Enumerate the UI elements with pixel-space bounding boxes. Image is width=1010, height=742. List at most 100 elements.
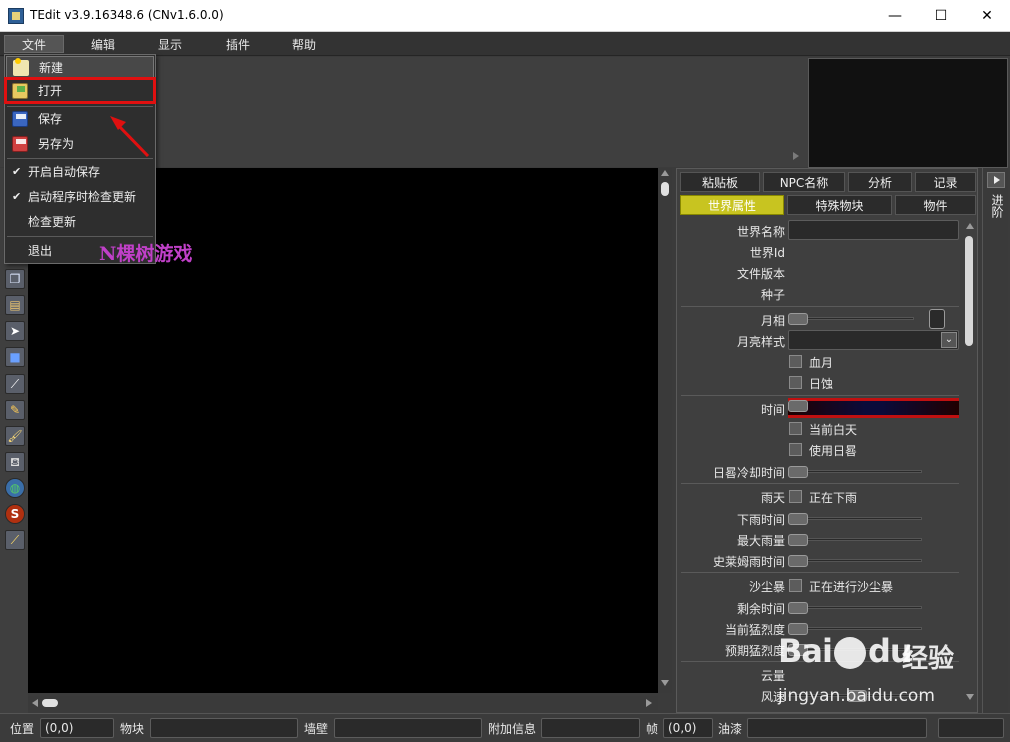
panel-vertical-scrollbar[interactable] bbox=[962, 220, 976, 710]
selection-tool-icon[interactable]: ■ bbox=[5, 347, 25, 367]
menu-help[interactable]: 帮助 bbox=[292, 36, 316, 54]
time-slider-thumb[interactable] bbox=[788, 400, 808, 412]
point-tool-icon[interactable]: ◍ bbox=[5, 478, 25, 498]
menu-item-save[interactable]: 保存 bbox=[6, 108, 154, 130]
chevron-down-icon[interactable]: ⌄ bbox=[941, 332, 957, 348]
minimize-button[interactable]: — bbox=[872, 0, 918, 32]
paw-icon bbox=[833, 637, 866, 669]
maximize-button[interactable]: ☐ bbox=[918, 0, 964, 32]
canvas-vertical-scrollbar[interactable] bbox=[658, 168, 672, 693]
menu-separator bbox=[7, 106, 153, 107]
sundial-cooldown-slider[interactable] bbox=[788, 470, 922, 473]
max-rain-slider-thumb[interactable] bbox=[788, 534, 808, 546]
max-rain-slider[interactable] bbox=[788, 538, 922, 541]
side-tab-label[interactable]: 进阶 bbox=[989, 194, 1004, 218]
sprite-tool-icon[interactable]: S bbox=[5, 504, 25, 524]
menu-item-save-as[interactable]: 另存为 bbox=[6, 133, 154, 155]
baidu-url: jingyan.baidu.com bbox=[778, 686, 935, 706]
sandstorm-active-checkbox[interactable] bbox=[789, 579, 802, 592]
tab-clipboard[interactable]: 粘贴板 bbox=[680, 172, 760, 192]
tab-items[interactable]: 物件 bbox=[895, 195, 976, 215]
tab-world-properties[interactable]: 世界属性 bbox=[680, 195, 784, 215]
wall-field bbox=[334, 718, 482, 738]
morph-tool-icon[interactable]: ⟋ bbox=[5, 530, 25, 550]
minimap[interactable] bbox=[808, 58, 1008, 168]
position-label: 位置 bbox=[10, 722, 35, 736]
eclipse-label: 日蚀 bbox=[809, 377, 834, 391]
close-button[interactable]: ✕ bbox=[964, 0, 1010, 32]
use-sundial-label: 使用日晷 bbox=[809, 444, 858, 458]
moon-phase-slider-thumb[interactable] bbox=[788, 313, 808, 325]
status-bar: 位置 (0,0) 物块 墙壁 附加信息 帧 (0,0) 油漆 bbox=[0, 713, 1010, 742]
slime-rain-time-slider[interactable] bbox=[788, 559, 922, 562]
menu-item-label: 退出 bbox=[28, 244, 53, 258]
tab-analyze[interactable]: 分析 bbox=[848, 172, 912, 192]
time-slider[interactable] bbox=[788, 398, 959, 418]
slime-rain-time-slider-thumb[interactable] bbox=[788, 555, 808, 567]
picker-tool-icon[interactable]: ⟋ bbox=[5, 374, 25, 394]
severity-slider[interactable] bbox=[788, 627, 922, 630]
save-icon bbox=[12, 111, 28, 127]
menu-item-label: 另存为 bbox=[38, 137, 75, 151]
rain-label: 雨天 bbox=[760, 491, 785, 505]
paint-field bbox=[747, 718, 927, 738]
moon-phase-value[interactable] bbox=[929, 309, 945, 329]
scroll-right-icon[interactable] bbox=[646, 699, 652, 707]
use-sundial-checkbox[interactable] bbox=[789, 443, 802, 456]
baidu-logo: Bai du bbox=[778, 632, 913, 670]
tab-log[interactable]: 记录 bbox=[915, 172, 976, 192]
tab-npc-names[interactable]: NPC名称 bbox=[763, 172, 845, 192]
scroll-down-icon[interactable] bbox=[966, 694, 974, 700]
rain-time-slider-thumb[interactable] bbox=[788, 513, 808, 525]
scroll-up-icon[interactable] bbox=[661, 170, 669, 176]
scroll-down-icon[interactable] bbox=[661, 680, 669, 686]
time-left-slider[interactable] bbox=[788, 606, 922, 609]
pencil-tool-icon[interactable]: ✎ bbox=[5, 400, 25, 420]
scroll-left-icon[interactable] bbox=[32, 699, 38, 707]
world-name-input[interactable] bbox=[788, 220, 959, 240]
paste-tool-icon[interactable]: ▤ bbox=[5, 295, 25, 315]
scroll-up-icon[interactable] bbox=[966, 223, 974, 229]
expand-arrow-icon[interactable] bbox=[987, 172, 1005, 188]
world-name-label: 世界名称 bbox=[736, 225, 785, 239]
minimap-expand-icon[interactable] bbox=[793, 152, 799, 160]
rain-time-slider[interactable] bbox=[788, 517, 922, 520]
raining-checkbox[interactable] bbox=[789, 490, 802, 503]
menu-item-label: 启动程序时检查更新 bbox=[28, 190, 137, 204]
day-time-checkbox[interactable] bbox=[789, 422, 802, 435]
copy-tool-icon[interactable]: ❐ bbox=[5, 269, 25, 289]
menu-edit[interactable]: 编辑 bbox=[91, 36, 115, 54]
moon-style-select[interactable]: ⌄ bbox=[788, 330, 959, 350]
extra-info-label: 附加信息 bbox=[488, 722, 537, 736]
side-panel-tab[interactable]: 进阶 bbox=[982, 168, 1008, 713]
menu-plugins[interactable]: 插件 bbox=[226, 36, 250, 54]
menu-file[interactable]: 文件 bbox=[4, 35, 64, 53]
sundial-cooldown-slider-thumb[interactable] bbox=[788, 466, 808, 478]
time-left-slider-thumb[interactable] bbox=[788, 602, 808, 614]
menu-bar: 文件 编辑 显示 插件 帮助 bbox=[0, 32, 1010, 56]
scroll-thumb[interactable] bbox=[42, 699, 58, 707]
fill-tool-icon[interactable]: ⛾ bbox=[5, 452, 25, 472]
slime-rain-time-label: 史莱姆雨时间 bbox=[712, 555, 785, 569]
tab-special-tiles[interactable]: 特殊物块 bbox=[787, 195, 892, 215]
save-as-icon bbox=[12, 136, 28, 152]
menu-item-autosave[interactable]: ✔ 开启自动保存 bbox=[6, 161, 154, 183]
menu-item-check-updates-on-start[interactable]: ✔ 启动程序时检查更新 bbox=[6, 186, 154, 208]
clouds-label: 云量 bbox=[760, 669, 785, 683]
canvas-horizontal-scrollbar[interactable] bbox=[28, 696, 658, 710]
moon-style-label: 月亮样式 bbox=[736, 335, 785, 349]
menu-view[interactable]: 显示 bbox=[158, 36, 182, 54]
menu-item-check-update[interactable]: 检查更新 bbox=[6, 211, 154, 233]
seed-label: 种子 bbox=[760, 288, 785, 302]
wind-label: 风速 bbox=[760, 690, 785, 704]
brush-tool-icon[interactable]: 🖌 bbox=[5, 426, 25, 446]
eclipse-checkbox[interactable] bbox=[789, 376, 802, 389]
scroll-thumb[interactable] bbox=[661, 182, 669, 196]
baidu-watermark: Bai du 经验 jingyan.baidu.com bbox=[778, 632, 958, 712]
menu-item-new[interactable]: 新建 bbox=[6, 56, 154, 78]
arrow-tool-icon[interactable]: ➤ bbox=[5, 321, 25, 341]
scroll-thumb[interactable] bbox=[965, 236, 973, 346]
blood-moon-label: 血月 bbox=[809, 356, 834, 370]
frame-label: 帧 bbox=[646, 722, 659, 736]
blood-moon-checkbox[interactable] bbox=[789, 355, 802, 368]
